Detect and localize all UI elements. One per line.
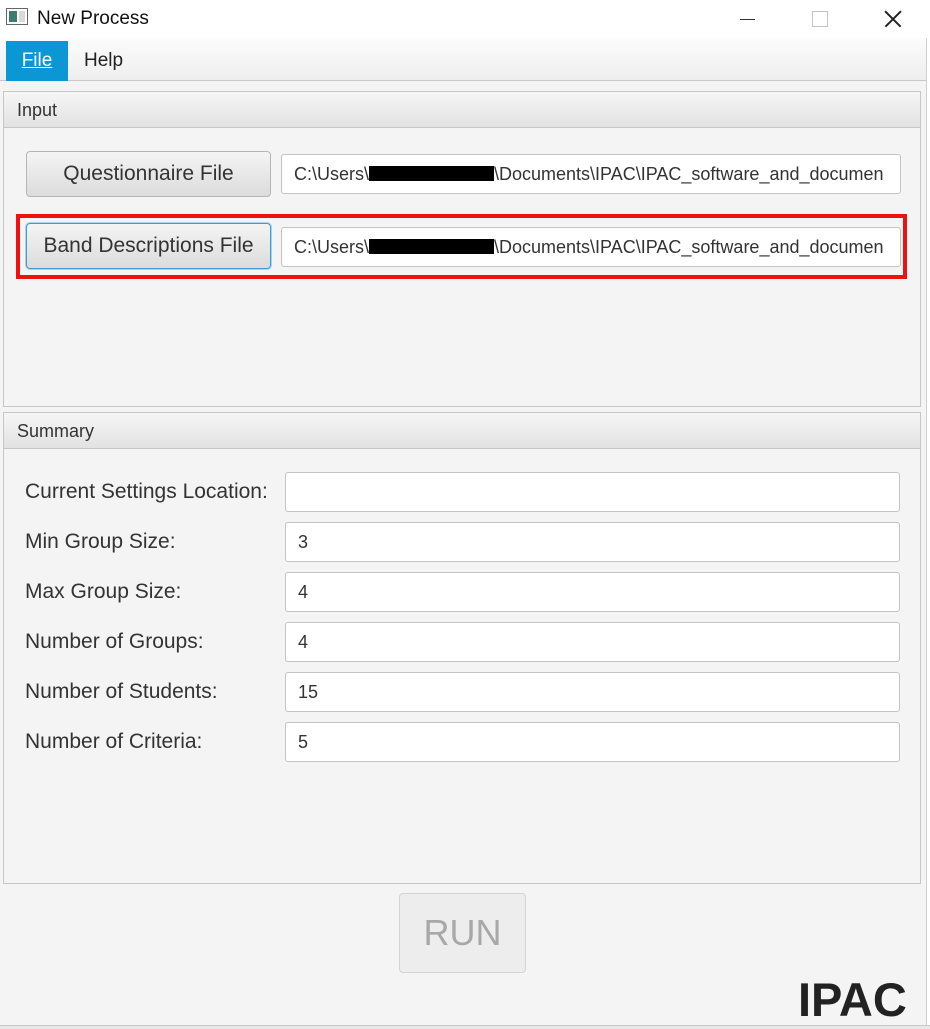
highlight-box (16, 214, 907, 279)
number-of-students-label: Number of Students: (25, 680, 218, 703)
menu-bar: File Help (0, 38, 930, 81)
number-of-criteria-field[interactable]: 5 (285, 722, 900, 762)
run-button[interactable]: RUN (399, 893, 526, 973)
questionnaire-file-button[interactable]: Questionnaire File (26, 151, 271, 197)
questionnaire-path-prefix: C:\Users\ (294, 164, 370, 184)
max-group-size-label: Max Group Size: (25, 580, 182, 603)
window-title: New Process (37, 8, 149, 29)
summary-panel-header: Summary (4, 413, 920, 449)
menu-help[interactable]: Help (70, 41, 137, 81)
input-panel: Input Questionnaire File C:\Users\ \Docum… (3, 91, 921, 407)
min-group-size-label: Min Group Size: (25, 530, 176, 553)
maximize-icon[interactable] (794, 0, 844, 38)
number-of-groups-field[interactable]: 4 (285, 622, 900, 662)
window-border (926, 38, 930, 1029)
title-bar: New Process (0, 0, 930, 38)
menu-help-label: Help (84, 50, 124, 71)
number-of-groups-label: Number of Groups: (25, 630, 204, 653)
close-icon[interactable] (866, 0, 916, 38)
questionnaire-path-field[interactable]: C:\Users\ \Documents\IPAC\IPAC_software_a… (281, 154, 901, 194)
summary-panel: Summary Current Settings Location: Min G… (3, 412, 921, 884)
app-window-icon (6, 8, 28, 25)
number-of-students-field[interactable]: 15 (285, 672, 900, 712)
menu-file[interactable]: File (6, 41, 68, 81)
number-of-criteria-label: Number of Criteria: (25, 730, 203, 753)
questionnaire-path-suffix: \Documents\IPAC\IPAC_software_and_docume… (494, 164, 884, 184)
current-settings-location-field[interactable] (285, 472, 900, 512)
window-border (0, 1025, 930, 1029)
current-settings-location-label: Current Settings Location: (25, 480, 268, 503)
minimize-icon[interactable] (722, 0, 772, 38)
min-group-size-field[interactable]: 3 (285, 522, 900, 562)
menu-file-label: File (21, 50, 53, 71)
input-panel-header: Input (4, 92, 920, 128)
brand-logo-text: IPAC (798, 973, 907, 1026)
max-group-size-field[interactable]: 4 (285, 572, 900, 612)
redacted-username (369, 166, 495, 181)
